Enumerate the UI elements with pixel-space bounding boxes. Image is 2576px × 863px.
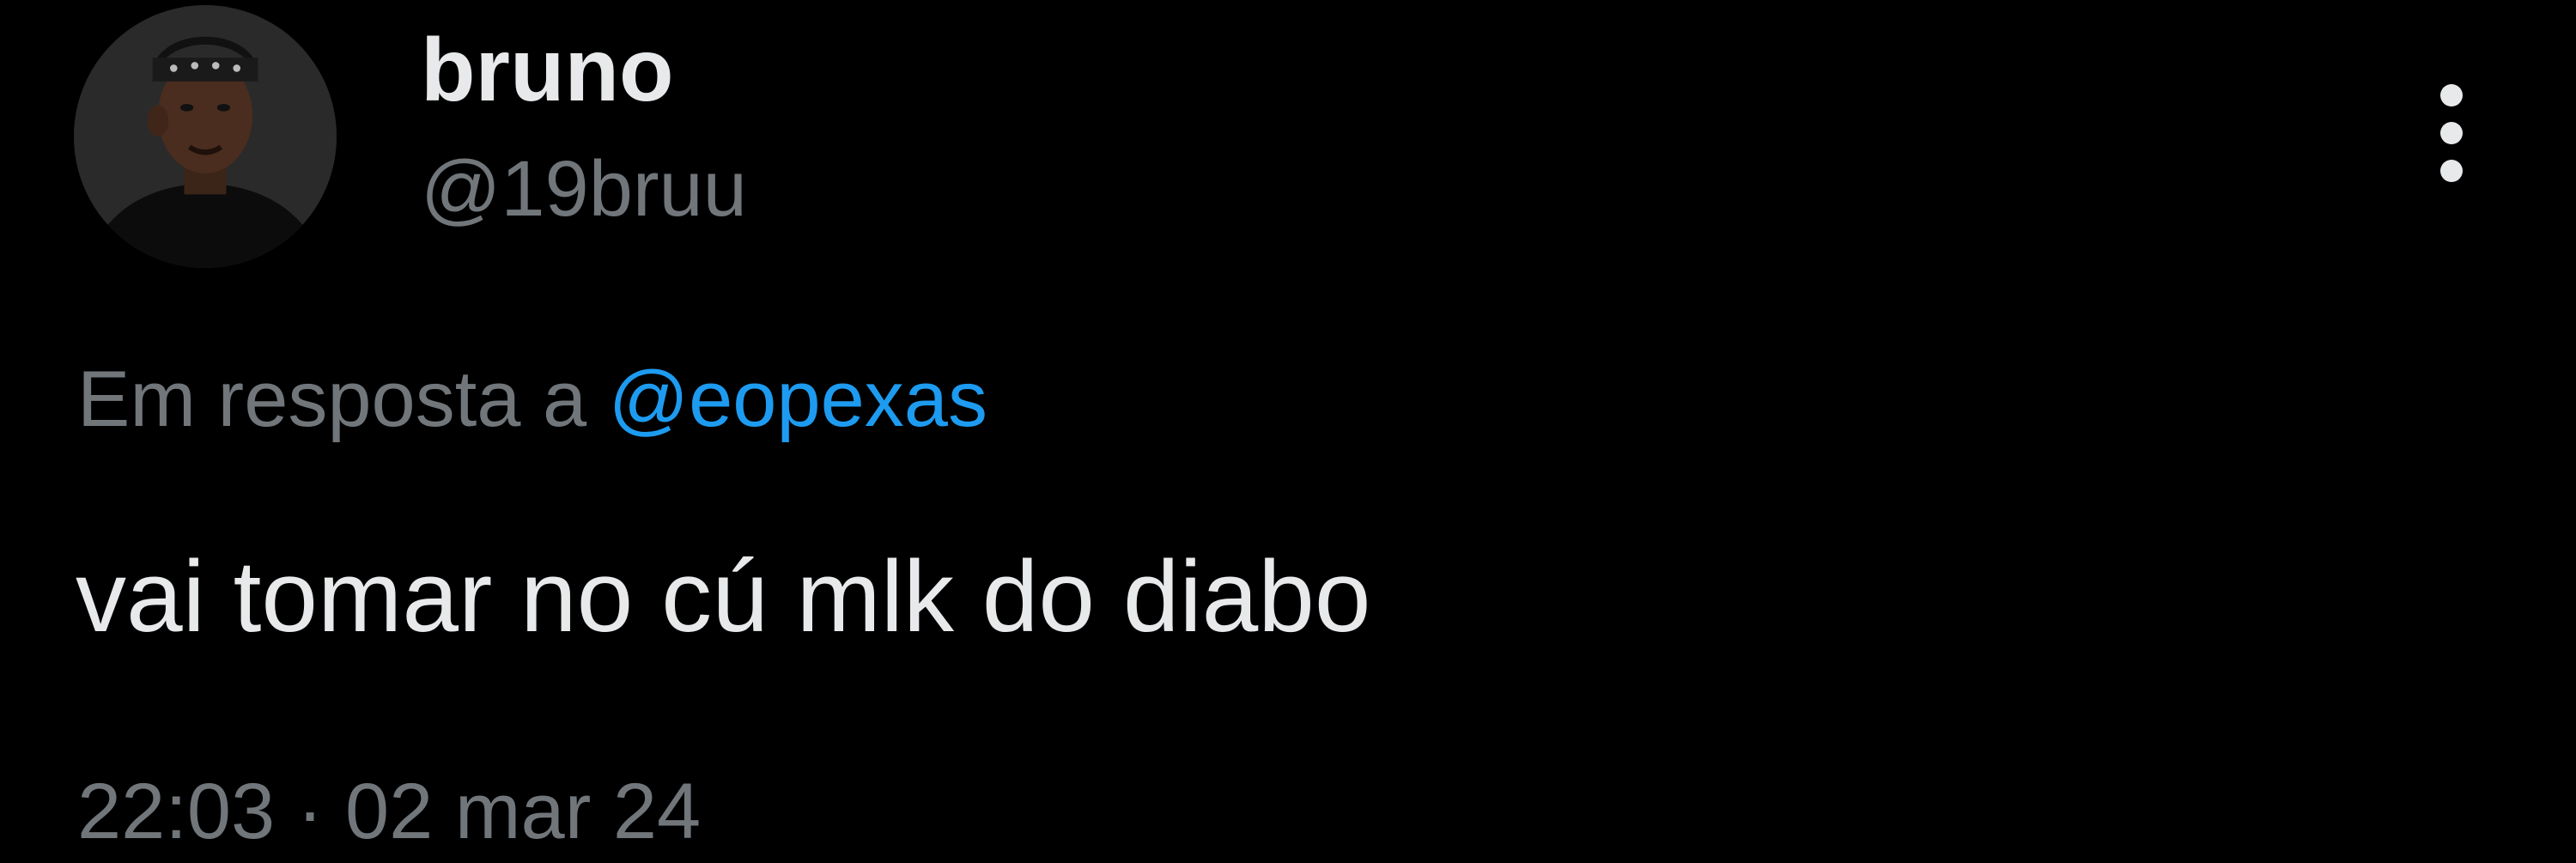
tweet-time: 22:03 bbox=[77, 768, 276, 855]
reply-mention-link[interactable]: @eopexas bbox=[609, 356, 987, 443]
more-options-button[interactable] bbox=[2404, 43, 2499, 223]
display-name[interactable]: bruno bbox=[421, 19, 674, 122]
avatar-image bbox=[74, 5, 337, 268]
user-handle[interactable]: @19bruu bbox=[421, 137, 747, 240]
vertical-ellipsis-icon bbox=[2440, 84, 2463, 182]
tweet-date: 02 mar 24 bbox=[345, 768, 702, 855]
tweet-timestamp[interactable]: 22:03 · 02 mar 24 bbox=[77, 760, 701, 863]
avatar[interactable] bbox=[74, 5, 337, 268]
tweet-card: bruno @19bruu Em resposta a @eopexas vai… bbox=[0, 0, 2576, 859]
reply-context: Em resposta a @eopexas bbox=[77, 348, 987, 451]
timestamp-separator: · bbox=[296, 768, 324, 855]
tweet-text: vai tomar no cú mlk do diabo bbox=[76, 540, 1371, 653]
reply-prefix: Em resposta a bbox=[77, 356, 587, 443]
